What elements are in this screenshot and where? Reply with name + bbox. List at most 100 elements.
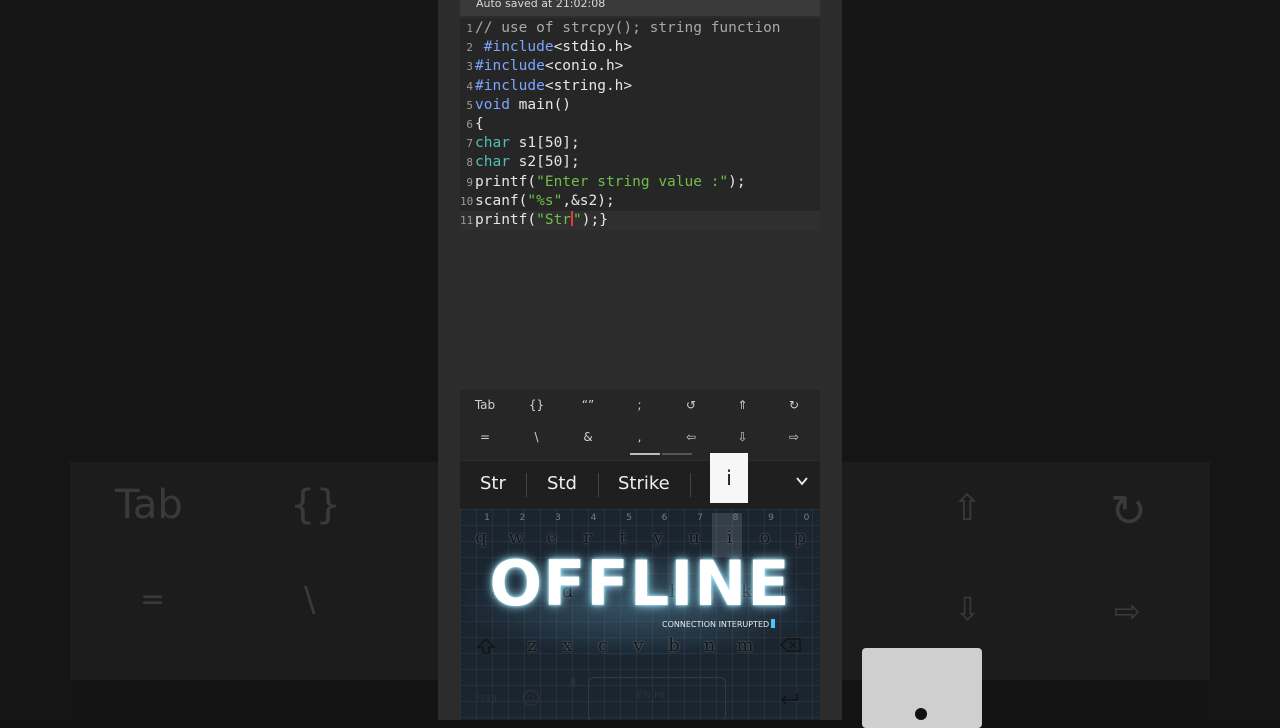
connection-interrupted-label: CONNECTION INTERUPTED xyxy=(662,619,776,629)
symbol-key[interactable]: & xyxy=(568,430,608,444)
key-x[interactable]: x xyxy=(556,635,580,656)
code-line[interactable]: 3 #include<conio.h> xyxy=(460,57,820,76)
autosave-text: Auto saved at 21:02:08 xyxy=(476,0,606,10)
background-dot xyxy=(915,708,927,720)
key-number-hint: 8 xyxy=(732,513,739,523)
line-number: 10 xyxy=(460,194,474,208)
code-line[interactable]: 10 scanf("%s",&s2); xyxy=(460,192,820,211)
code-text: char s1[50]; xyxy=(475,135,580,152)
key-c[interactable]: c xyxy=(591,635,615,656)
emoji-icon[interactable] xyxy=(522,689,540,707)
key-q[interactable]: q xyxy=(469,527,493,548)
symbol-key[interactable]: Tab xyxy=(465,398,505,412)
page-indicator xyxy=(662,453,692,455)
code-text: char s2[50]; xyxy=(475,154,580,171)
key-t[interactable]: t xyxy=(611,527,635,548)
line-number: 1 xyxy=(466,22,473,35)
code-line[interactable]: 4 #include<string.h> xyxy=(460,77,820,96)
line-number: 9 xyxy=(466,175,473,189)
offline-banner: OFFLINE xyxy=(489,547,791,620)
suggestion-std[interactable]: Std xyxy=(547,473,577,494)
microphone-icon[interactable] xyxy=(568,677,578,691)
symbol-key[interactable]: ↻ xyxy=(774,398,814,412)
key-n[interactable]: n xyxy=(698,635,722,656)
key-number-hint: 4 xyxy=(590,513,597,523)
line-number: 6 xyxy=(466,118,473,131)
code-line[interactable]: 8 char s2[50]; xyxy=(460,153,820,172)
background-left: Tab {} = \ xyxy=(0,0,438,720)
symbol-key[interactable]: , xyxy=(620,430,660,444)
key-number-hint: 0 xyxy=(803,513,810,523)
key-b[interactable]: b xyxy=(662,635,686,656)
code-text: printf("Enter string value :"); xyxy=(475,173,746,190)
key-p[interactable]: p xyxy=(789,527,813,548)
key-o[interactable]: o xyxy=(753,527,777,548)
code-text: scanf("%s",&s2); xyxy=(475,192,615,209)
line-number: 11 xyxy=(460,214,474,227)
bg-redo-key: ↻ xyxy=(1110,486,1147,537)
line-number: 8 xyxy=(466,156,473,170)
key-y[interactable]: y xyxy=(647,527,671,548)
suggestion-str[interactable]: Str xyxy=(480,473,506,494)
key-preview-popup: i xyxy=(710,453,748,503)
key-e[interactable]: e xyxy=(540,527,564,548)
code-line[interactable]: 7 char s1[50]; xyxy=(460,134,820,153)
code-editor[interactable]: 1// use of strcpy(); string function 2 #i… xyxy=(460,18,820,230)
symbol-key[interactable]: “” xyxy=(568,398,608,412)
bg-down-key: ⇩ xyxy=(954,590,981,628)
code-text: #include<string.h> xyxy=(475,77,633,94)
code-text: { xyxy=(475,116,484,132)
enter-icon[interactable] xyxy=(778,691,800,707)
symbol-key[interactable]: ⇨ xyxy=(774,430,814,444)
symbol-key[interactable]: ⇩ xyxy=(723,430,763,444)
background-right: ⇧ ↻ ⇩ ⇨ xyxy=(842,0,1280,720)
shift-icon[interactable] xyxy=(476,637,496,655)
symbol-key[interactable]: = xyxy=(465,430,505,444)
symbol-key[interactable]: ; xyxy=(620,398,660,412)
space-bar[interactable]: EN·HI xyxy=(588,677,726,720)
key-number-hint: 7 xyxy=(697,513,703,523)
code-line[interactable]: 2 #include<stdio.h> xyxy=(460,38,820,57)
code-line[interactable]: 6{ xyxy=(460,115,820,134)
symbol-key[interactable]: ⇑ xyxy=(723,398,763,412)
bg-backslash-key: \ xyxy=(304,580,316,620)
space-bar-label: EN·HI xyxy=(637,690,665,701)
suggestion-strike[interactable]: Strike xyxy=(618,473,670,494)
code-line[interactable]: 11 printf("Str ");} xyxy=(460,211,820,230)
symbols-key[interactable]: ?१२३ xyxy=(474,691,497,706)
key-w[interactable]: w xyxy=(505,527,529,548)
key-m[interactable]: m xyxy=(733,635,757,656)
code-text: // use of strcpy(); string function xyxy=(475,20,781,36)
symbol-key[interactable]: {} xyxy=(517,398,557,412)
phone-screen: Auto saved at 21:02:08 1// use of strcpy… xyxy=(438,0,842,720)
symbol-key[interactable]: \ xyxy=(517,430,557,444)
key-number-hint: 3 xyxy=(555,513,561,523)
key-u[interactable]: u xyxy=(682,527,706,548)
line-number: 3 xyxy=(466,60,473,74)
key-number-hint: 5 xyxy=(626,513,632,523)
key-v[interactable]: v xyxy=(627,635,651,656)
symbol-bar: Tab {} “”; ↺ ⇑ ↻ = \ &, ⇦ ⇩ ⇨ xyxy=(460,390,820,460)
key-number-hint: 2 xyxy=(519,513,526,523)
code-text: #include<stdio.h> xyxy=(475,39,633,56)
key-i[interactable]: i xyxy=(718,527,742,548)
suggestion-bar: Str Std Strike i xyxy=(460,453,820,509)
chevron-down-icon[interactable] xyxy=(796,475,808,487)
page-indicator-active xyxy=(630,453,660,455)
line-number: 2 xyxy=(466,41,473,55)
key-r[interactable]: r xyxy=(576,527,600,548)
autosave-bar: Auto saved at 21:02:08 xyxy=(460,0,820,16)
bg-tab-key: Tab xyxy=(115,482,183,528)
code-line[interactable]: 1// use of strcpy(); string function xyxy=(460,19,820,38)
code-line[interactable]: 5 void main() xyxy=(460,96,820,115)
bg-braces-key: {} xyxy=(290,482,341,528)
backspace-icon[interactable] xyxy=(780,637,802,653)
symbol-key[interactable]: ⇦ xyxy=(671,430,711,444)
key-z[interactable]: z xyxy=(520,635,544,656)
code-line[interactable]: 9 printf("Enter string value :"); xyxy=(460,173,820,192)
code-text: void main() xyxy=(475,96,572,113)
line-number: 5 xyxy=(466,98,473,112)
bg-shift-key: ⇧ xyxy=(952,488,983,529)
code-text: #include<conio.h> xyxy=(475,58,624,75)
symbol-key[interactable]: ↺ xyxy=(671,398,711,412)
